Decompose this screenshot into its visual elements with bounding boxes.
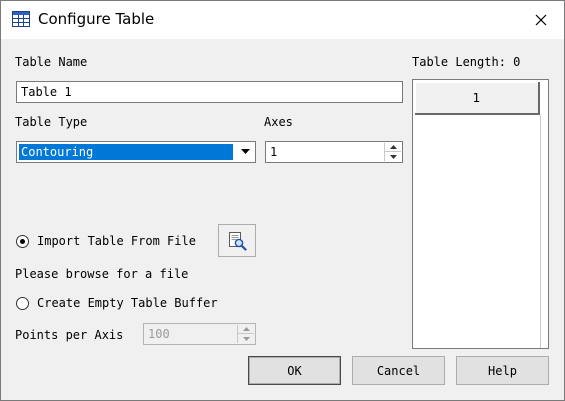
table-length-label: Table Length: 0 — [412, 55, 521, 69]
magnifier-document-icon — [229, 231, 247, 251]
points-spin-buttons[interactable] — [237, 325, 254, 343]
points-per-axis-label: Points per Axis — [15, 328, 124, 342]
axes-label: Axes — [264, 115, 293, 129]
chevron-down-icon — [240, 149, 250, 154]
table-type-dropdown-button[interactable] — [236, 143, 254, 161]
ok-button[interactable]: OK — [248, 356, 341, 385]
column-divider — [540, 115, 541, 348]
browse-hint-text: Please browse for a file — [15, 267, 189, 281]
table-type-select[interactable]: Contouring — [16, 141, 256, 163]
table-type-selected-value: Contouring — [19, 144, 233, 160]
arrow-up-icon — [389, 145, 397, 149]
table-values-list[interactable]: 1 — [412, 79, 549, 349]
help-button[interactable]: Help — [456, 356, 549, 385]
points-per-axis-value: 100 — [148, 327, 170, 341]
create-empty-buffer-label[interactable]: Create Empty Table Buffer — [37, 296, 218, 310]
table-icon — [12, 11, 30, 27]
close-button[interactable] — [519, 5, 563, 35]
points-per-axis-stepper[interactable]: 100 — [143, 323, 256, 345]
title-bar: Configure Table — [1, 1, 564, 39]
table-name-field[interactable]: Table 1 — [16, 81, 403, 103]
arrow-down-icon — [389, 154, 397, 159]
import-table-label[interactable]: Import Table From File — [37, 234, 196, 248]
axes-stepper[interactable]: 1 — [265, 141, 403, 163]
table-name-label: Table Name — [15, 55, 88, 69]
window-title: Configure Table — [38, 10, 155, 28]
radio-selected-dot — [20, 239, 25, 244]
axes-increment-button[interactable] — [385, 143, 401, 152]
close-icon — [535, 14, 547, 26]
import-table-radio[interactable] — [16, 235, 29, 248]
table-type-label: Table Type — [15, 115, 88, 129]
column-header[interactable]: 1 — [415, 82, 540, 115]
points-increment-button[interactable] — [238, 325, 254, 334]
browse-file-button[interactable] — [218, 224, 256, 257]
create-empty-buffer-radio[interactable] — [16, 297, 29, 310]
arrow-up-icon — [242, 327, 250, 331]
axes-decrement-button[interactable] — [385, 152, 401, 161]
axes-spin-buttons[interactable] — [384, 143, 401, 161]
arrow-down-icon — [242, 336, 250, 341]
cancel-button[interactable]: Cancel — [352, 356, 445, 385]
points-decrement-button[interactable] — [238, 334, 254, 343]
configure-table-dialog: Configure Table Table Name Table 1 Table… — [0, 0, 565, 401]
axes-value: 1 — [270, 145, 278, 159]
